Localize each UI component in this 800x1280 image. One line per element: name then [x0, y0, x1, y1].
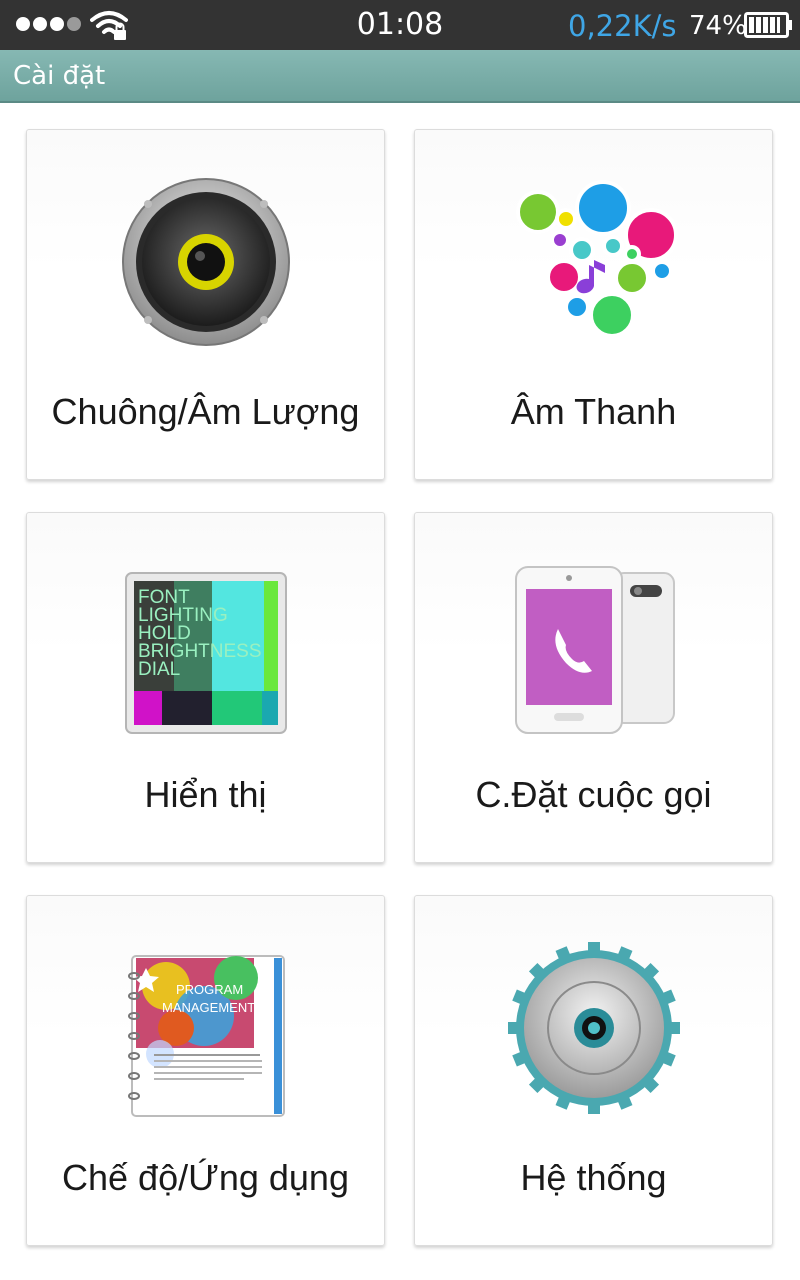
gear-icon — [508, 942, 680, 1114]
tile-label: Âm Thanh — [510, 391, 677, 432]
page-title: Cài đặt — [13, 61, 106, 91]
tile-label: Hệ thống — [520, 1157, 667, 1198]
tile-label: Chế độ/Ứng dụng — [62, 1157, 349, 1198]
network-speed: 0,22K/s — [568, 9, 677, 43]
tile-sound[interactable]: Âm Thanh — [414, 129, 773, 480]
status-bar: 01:08 0,22K/s 74% — [0, 0, 800, 50]
title-bar: Cài đặt — [0, 50, 800, 103]
speaker-icon — [122, 178, 290, 346]
tile-label: Chuông/Âm Lượng — [51, 391, 360, 432]
tile-label: Hiển thị — [144, 774, 267, 815]
tile-system[interactable]: Hệ thống — [414, 895, 773, 1246]
program-book-icon: PROGRAM MANAGEMENT — [128, 955, 285, 1117]
display-icon: FONT LIGHTING HOLD BRIGHTNESS DIAL — [125, 572, 287, 734]
tile-modes-applications[interactable]: PROGRAM MANAGEMENT Chế độ/Ứng dụng — [26, 895, 385, 1246]
tile-call-settings[interactable]: C.Đặt cuộc gọi — [414, 512, 773, 863]
battery-percent: 74% — [689, 11, 747, 41]
battery-icon — [744, 12, 792, 38]
book-icon-text: PROGRAM — [176, 982, 243, 997]
music-bubbles-icon — [516, 180, 678, 338]
display-icon-text: DIAL — [138, 659, 180, 680]
book-icon-text: MANAGEMENT — [162, 1000, 255, 1015]
status-clock: 01:08 — [356, 7, 444, 42]
tile-ringtone-volume[interactable]: Chuông/Âm Lượng — [26, 129, 385, 480]
tile-display[interactable]: FONT LIGHTING HOLD BRIGHTNESS DIAL Hiển … — [26, 512, 385, 863]
phone-call-icon — [515, 566, 675, 734]
tile-label: C.Đặt cuộc gọi — [475, 774, 712, 815]
